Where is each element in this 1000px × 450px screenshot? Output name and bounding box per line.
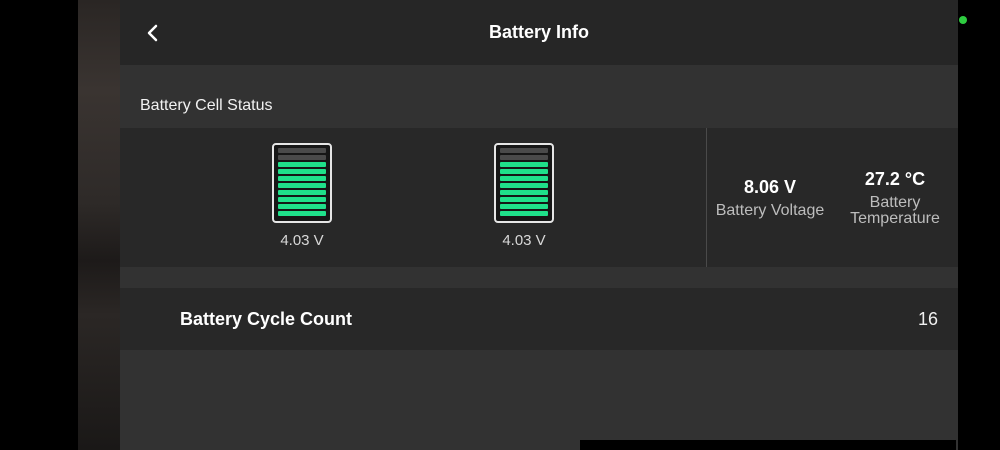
cell-level-bar bbox=[500, 204, 548, 209]
cell-level-bar bbox=[278, 169, 326, 174]
cell-level-bar bbox=[278, 183, 326, 188]
cell-level-bar bbox=[278, 176, 326, 181]
battery-temperature-value: 27.2 °C bbox=[864, 169, 926, 189]
page-title: Battery Info bbox=[488, 22, 589, 42]
chevron-left-icon bbox=[147, 24, 158, 42]
battery-cell-1-icon bbox=[272, 143, 332, 223]
cell-cap-bar bbox=[500, 148, 548, 153]
battery-temperature-label-2: Temperature bbox=[850, 210, 940, 227]
cell-status-area: 4.03 V 4.03 V 8.06 V Battery Voltage 27.… bbox=[120, 128, 958, 267]
bottom-overlay bbox=[580, 440, 956, 450]
cell-2-voltage: 4.03 V bbox=[502, 232, 546, 249]
cycle-count-value: 16 bbox=[917, 309, 938, 329]
cell-level-bar bbox=[278, 197, 326, 202]
battery-temperature-label-1: Battery bbox=[869, 194, 921, 211]
camera-background bbox=[78, 0, 122, 450]
cell-level-bar bbox=[278, 204, 326, 209]
back-button[interactable] bbox=[140, 19, 166, 47]
cell-level-bar bbox=[500, 197, 548, 202]
cell-cap-bar bbox=[278, 148, 326, 153]
cell-1-voltage: 4.03 V bbox=[280, 232, 324, 249]
right-margin bbox=[956, 0, 1000, 450]
cell-level-bar bbox=[278, 190, 326, 195]
cell-level-bar bbox=[278, 211, 326, 216]
cell-level-bar bbox=[278, 162, 326, 167]
battery-cycle-row: Battery Cycle Count 16 bbox=[120, 288, 958, 350]
cell-level-bar bbox=[500, 169, 548, 174]
section-label: Battery Cell Status bbox=[140, 97, 273, 114]
battery-info-panel: Battery Info Battery Cell Status 4.03 V … bbox=[120, 0, 958, 450]
header: Battery Info bbox=[120, 0, 958, 65]
cell-level-bar bbox=[500, 190, 548, 195]
battery-voltage-label: Battery Voltage bbox=[715, 202, 825, 219]
cell-level-bar bbox=[500, 162, 548, 167]
cell-level-bar bbox=[500, 183, 548, 188]
cycle-count-label: Battery Cycle Count bbox=[180, 309, 353, 329]
cell-level-bar bbox=[500, 211, 548, 216]
cell-cap-bar bbox=[278, 155, 326, 160]
cell-cap-bar bbox=[500, 155, 548, 160]
status-dot-icon bbox=[959, 16, 967, 24]
battery-voltage-value: 8.06 V bbox=[743, 177, 797, 197]
battery-cell-2-icon bbox=[494, 143, 554, 223]
divider bbox=[706, 128, 707, 267]
cell-level-bar bbox=[500, 176, 548, 181]
